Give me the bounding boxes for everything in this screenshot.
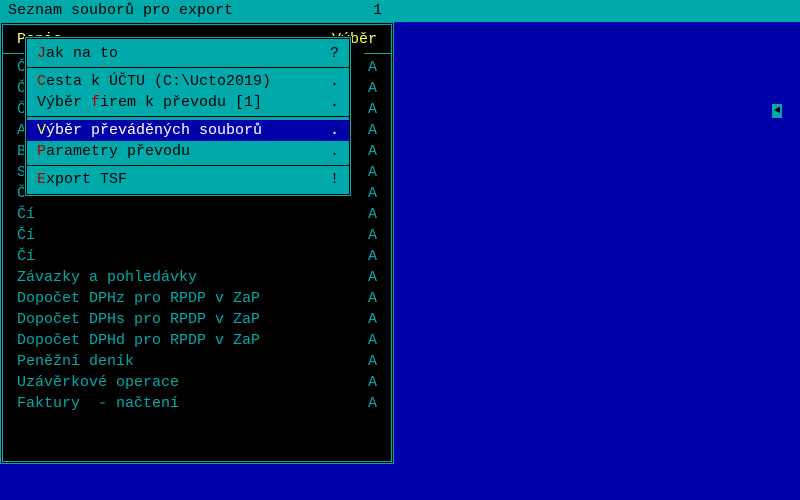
menu-item-tail: . xyxy=(330,94,339,111)
menu-item[interactable]: Výběr firem k převodu [1]. xyxy=(27,92,349,113)
list-item-value: A xyxy=(357,352,377,371)
title-bar: Seznam souborů pro export 1 xyxy=(0,0,800,22)
scroll-indicator-icon[interactable] xyxy=(772,104,782,118)
menu-item-label: Výběr převáděných souborů xyxy=(37,122,330,139)
menu-item-label: Výběr firem k převodu [1] xyxy=(37,94,330,111)
menu-item-tail: ? xyxy=(330,45,339,62)
menu-item[interactable]: Export TSF! xyxy=(27,169,349,190)
menu-separator xyxy=(27,67,349,68)
list-item[interactable]: Uzávěrkové operaceA xyxy=(3,372,391,393)
menu-item-label: Jak na to xyxy=(37,45,330,62)
list-item[interactable]: Peněžní deníkA xyxy=(3,351,391,372)
list-item-label: Závazky a pohledávky xyxy=(17,268,357,287)
menu-item[interactable]: Jak na to? xyxy=(27,43,349,64)
list-item[interactable]: Dopočet DPHs pro RPDP v ZaPA xyxy=(3,309,391,330)
menu-item[interactable]: Parametry převodu. xyxy=(27,141,349,162)
list-item-value: A xyxy=(357,310,377,329)
list-item-value: A xyxy=(357,373,377,392)
menu-item-label: Parametry převodu xyxy=(37,143,330,160)
list-item-label: Dopočet DPHs pro RPDP v ZaP xyxy=(17,310,357,329)
menu-item-tail: . xyxy=(330,73,339,90)
list-item-label: Peněžní deník xyxy=(17,352,357,371)
list-item-value: A xyxy=(357,268,377,287)
menu-item-tail: ! xyxy=(330,171,339,188)
list-item-value: A xyxy=(357,331,377,350)
list-item-value: A xyxy=(357,289,377,308)
menu-separator xyxy=(27,165,349,166)
menu-item-tail: . xyxy=(330,143,339,160)
window-title: Seznam souborů pro export xyxy=(8,0,233,22)
menu-item[interactable]: Cesta k ÚČTU (C:\Ucto2019). xyxy=(27,71,349,92)
list-item-label: Uzávěrkové operace xyxy=(17,373,357,392)
menu-item-label: Cesta k ÚČTU (C:\Ucto2019) xyxy=(37,73,330,90)
menu-item-label: Export TSF xyxy=(37,171,330,188)
window-number: 1 xyxy=(373,0,382,22)
list-item-label: Faktury - načtení xyxy=(17,394,357,413)
list-item-label: Dopočet DPHz pro RPDP v ZaP xyxy=(17,289,357,308)
list-item-label: Dopočet DPHd pro RPDP v ZaP xyxy=(17,331,357,350)
menu-separator xyxy=(27,116,349,117)
list-item[interactable]: Faktury - načteníA xyxy=(3,393,391,414)
menu-panel: Jak na to?Cesta k ÚČTU (C:\Ucto2019).Výb… xyxy=(24,36,352,197)
list-item[interactable]: Dopočet DPHz pro RPDP v ZaPA xyxy=(3,288,391,309)
list-item[interactable]: Dopočet DPHd pro RPDP v ZaPA xyxy=(3,330,391,351)
menu-item-tail: . xyxy=(330,122,339,139)
list-item-value: A xyxy=(357,394,377,413)
menu-item[interactable]: Výběr převáděných souborů. xyxy=(27,120,349,141)
list-item[interactable]: Závazky a pohledávkyA xyxy=(3,267,391,288)
